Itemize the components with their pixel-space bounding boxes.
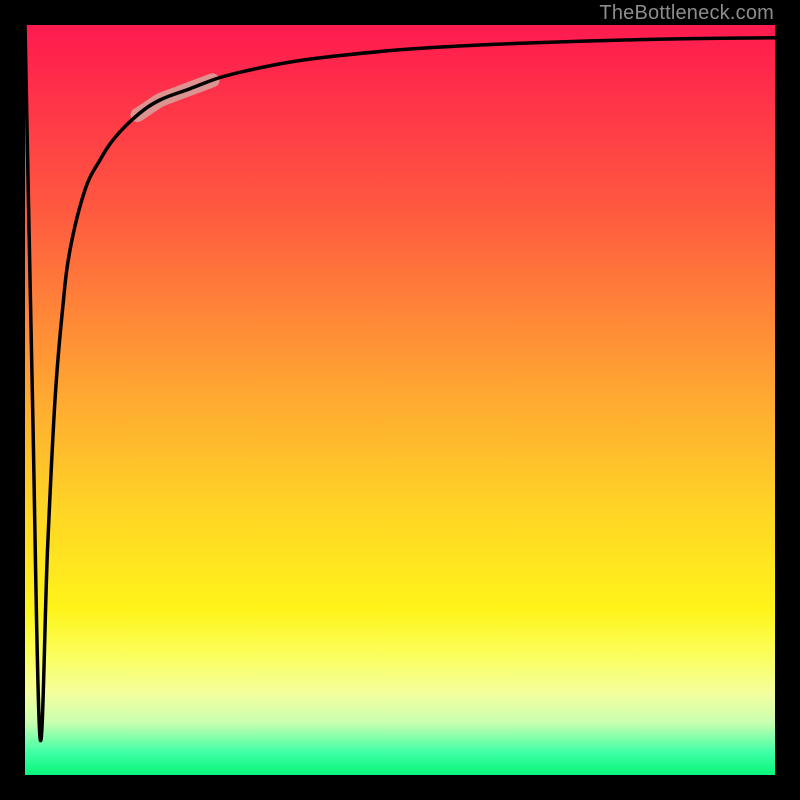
attribution-text: TheBottleneck.com — [599, 2, 774, 25]
chart-stage: TheBottleneck.com — [0, 0, 800, 800]
bottleneck-curve — [25, 25, 775, 741]
curve-layer — [25, 25, 775, 775]
plot-area — [25, 25, 775, 775]
